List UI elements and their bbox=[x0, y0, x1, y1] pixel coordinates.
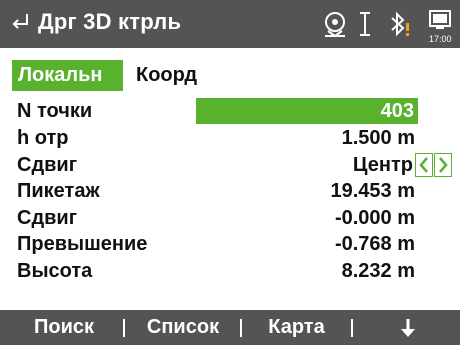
elevation-value: 8.232 m bbox=[341, 260, 415, 282]
chevron-left-icon bbox=[419, 157, 428, 173]
chainage-value: 19.453 m bbox=[330, 180, 415, 202]
offset-label: Сдвиг bbox=[17, 207, 78, 229]
choice-next-button[interactable] bbox=[434, 153, 452, 177]
softkey-divider bbox=[240, 319, 242, 337]
softkey-bar: Поиск Список Карта bbox=[0, 310, 460, 345]
softkey-divider bbox=[123, 319, 125, 337]
app-title: Дрг 3D ктрль bbox=[38, 9, 182, 34]
reflector-height-label: h отр bbox=[17, 127, 69, 149]
field-row-reflector-height: h отр 1.500 m bbox=[0, 124, 460, 152]
bluetooth-icon bbox=[391, 11, 409, 37]
field-row-height-diff: Превышение -0.768 m bbox=[0, 230, 460, 258]
point-id-label: N точки bbox=[17, 100, 93, 122]
chainage-label: Пикетаж bbox=[17, 180, 100, 202]
softkey-divider bbox=[351, 319, 353, 337]
tab-local[interactable]: Локальн bbox=[12, 60, 123, 91]
tab-coord[interactable]: Коорд bbox=[136, 60, 197, 91]
field-row-offset-choice: Сдвиг Центр bbox=[0, 151, 460, 179]
tab-bar: Локальн Коорд bbox=[0, 60, 460, 91]
clock-text: 17:00 bbox=[429, 34, 452, 44]
field-row-chainage: Пикетаж 19.453 m bbox=[0, 177, 460, 205]
field-row-point-id: N точки 403 bbox=[0, 97, 460, 125]
field-row-elevation: Высота 8.232 m bbox=[0, 257, 460, 285]
offset-choice-label: Сдвиг bbox=[17, 154, 78, 176]
chevron-right-icon bbox=[439, 157, 448, 173]
down-arrow-icon bbox=[401, 319, 415, 337]
elevation-label: Высота bbox=[17, 260, 93, 282]
point-id-input[interactable]: 403 bbox=[196, 98, 418, 124]
more-softkey[interactable] bbox=[356, 310, 460, 345]
prism-target-icon bbox=[325, 12, 345, 38]
battery-icon bbox=[429, 10, 451, 29]
back-arrow-icon[interactable] bbox=[10, 11, 32, 35]
cursor-icon bbox=[360, 12, 370, 36]
offset-choice-value[interactable]: Центр bbox=[353, 151, 413, 179]
search-softkey[interactable]: Поиск bbox=[14, 310, 114, 345]
list-softkey[interactable]: Список bbox=[128, 310, 238, 345]
title-bar: Дрг 3D ктрль 17:00 bbox=[0, 0, 460, 48]
field-row-offset: Сдвиг -0.000 m bbox=[0, 204, 460, 232]
height-diff-label: Превышение bbox=[17, 233, 148, 255]
height-diff-value: -0.768 m bbox=[334, 233, 415, 255]
offset-value: -0.000 m bbox=[334, 207, 415, 229]
choice-prev-button[interactable] bbox=[415, 153, 433, 177]
map-softkey[interactable]: Карта bbox=[244, 310, 349, 345]
reflector-height-value[interactable]: 1.500 m bbox=[342, 124, 415, 152]
